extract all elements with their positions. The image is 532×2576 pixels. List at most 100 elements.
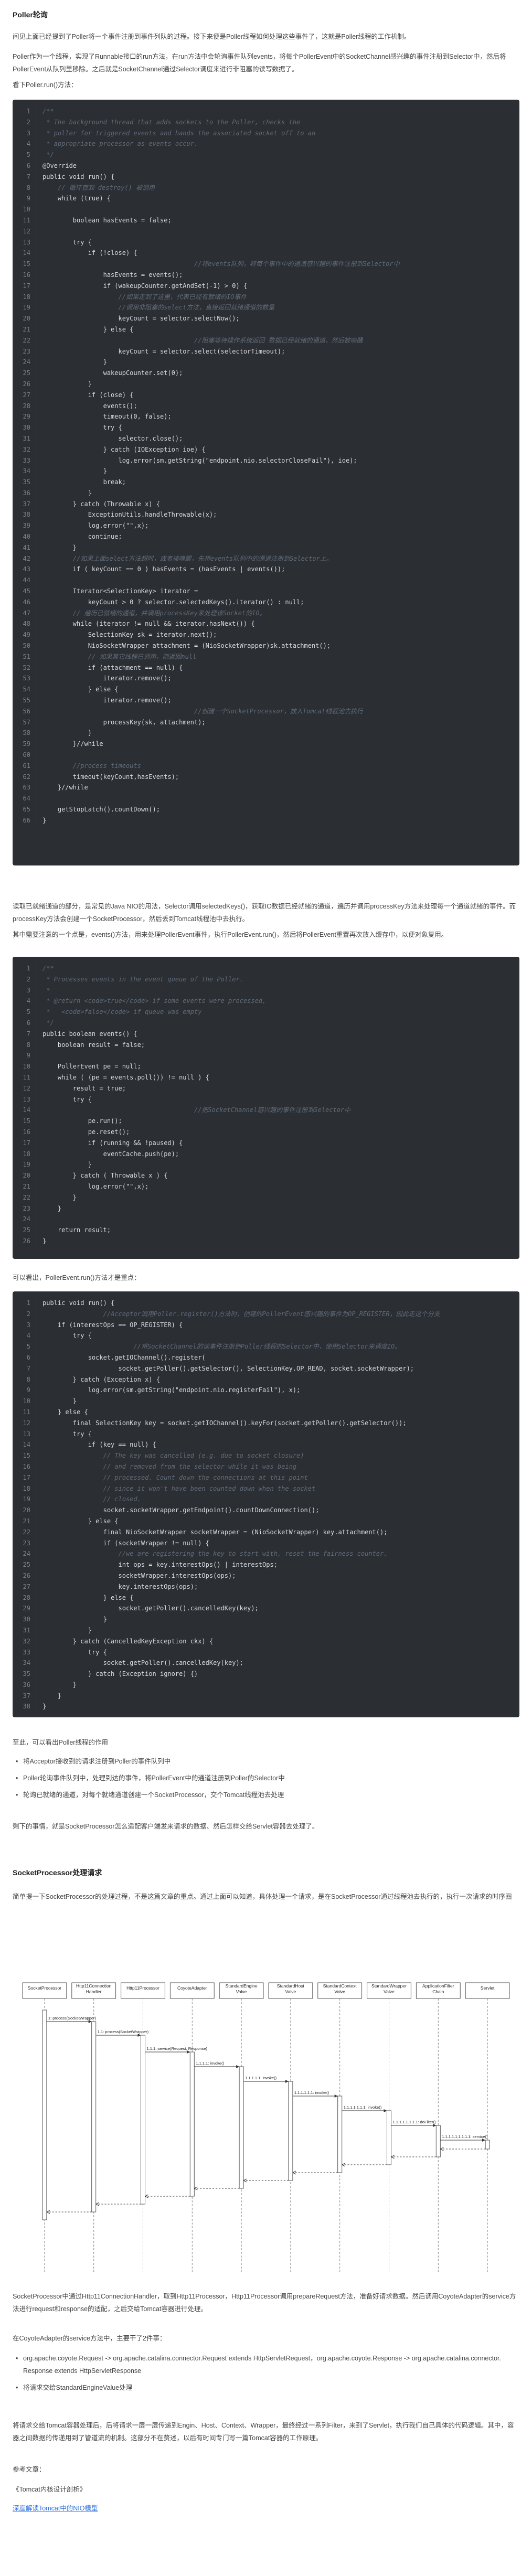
code-line: 38 ExceptionUtils.handleThrowable(x); [19,509,513,521]
code-text: log.error(sm.getString("endpoint.nio.reg… [42,1386,301,1394]
line-number: 48 [19,618,36,630]
line-number: 26 [19,1235,36,1247]
code-line: 34 socket.getPoller().cancelledKey(key); [19,1658,513,1669]
line-number: 21 [19,1515,36,1527]
paragraph: 读取已就绪通道的部分，是常见的Java NIO的用法，Selector调用sel… [13,903,516,923]
code-text: socket.getPoller().getSelector(), Select… [42,1364,414,1372]
line-number: 47 [19,607,36,619]
code-text: /** [42,965,54,972]
line-number: 23 [19,1537,36,1549]
line-number: 22 [19,1192,36,1203]
line-number: 41 [19,542,36,553]
code-line: 13 try { [19,1428,513,1440]
code-block-events: 1 /** 2 * Processes events in the event qu… [13,957,519,1259]
code-line: 31 } [19,1624,513,1636]
line-number: 35 [19,1669,36,1680]
reference-link-text[interactable]: 深度解读Tomcat中的NIO模型 [13,2505,98,2512]
code-text: } [42,1616,107,1623]
code-line: 19 } [19,1159,513,1171]
code-line: 9 log.error(sm.getString("endpoint.nio.r… [19,1385,513,1396]
code-line: 16 hasEvents = events(); [19,269,513,281]
line-number: 14 [19,1105,36,1116]
line-number: 39 [19,520,36,532]
line-number: 6 [19,1017,36,1029]
code-line: 18 //如果走到了这里，代表已经有就绪的IO事件 [19,291,513,303]
code-line: 7 public boolean events() { [19,1028,513,1040]
code-line: 34 } [19,466,513,477]
line-number: 14 [19,248,36,259]
participant-label: StandardContext [323,1983,357,1989]
line-number: 8 [19,1039,36,1051]
code-line: 20 keyCount = selector.selectNow(); [19,313,513,324]
code-text: } [42,1626,92,1634]
code-line: 15 //将events队列，将每个事件中的通道感兴趣的事件注册到Selecto… [19,259,513,270]
code-text: keyCount = selector.select(selectorTimeo… [42,347,285,355]
code-text: * <code>false</code> if queue was empty [42,1008,202,1016]
line-number: 6 [19,160,36,172]
line-number: 30 [19,422,36,433]
code-text: if (!close) { [42,249,137,257]
code-text: * @return <code>true</code> if some even… [42,997,267,1005]
code-text: if (running && !paused) { [42,1139,183,1147]
line-number: 22 [19,335,36,346]
line-number: 62 [19,771,36,783]
code-line: 23 } [19,1203,513,1214]
line-number: 1 [19,106,36,117]
code-line: 10 PollerEvent pe = null; [19,1061,513,1072]
activation-bar [435,2125,441,2157]
line-number: 16 [19,1126,36,1138]
participant-label: Chain [432,1989,444,1994]
code-line: 8 } catch (Exception x) { [19,1374,513,1385]
code-text: //阻塞等待操作系统返回 数据已经就绪的通道，然后被唤醒 [42,336,363,344]
message-label: 1.1.1: service(Request, Response) [147,2046,208,2051]
code-line: 35 } catch (Exception ignore) {} [19,1669,513,1680]
code-text: //we are registering the key to start wi… [42,1550,388,1558]
line-number: 43 [19,564,36,575]
line-number: 8 [19,182,36,194]
arrow-head [334,2094,338,2098]
code-line: 28 } else { [19,1592,513,1604]
code-line: 13 try { [19,1094,513,1105]
code-line: 3 if (interestOps == OP_REGISTER) { [19,1319,513,1331]
code-text: } [42,1193,77,1201]
line-number: 17 [19,1472,36,1483]
line-number: 19 [19,1494,36,1505]
reference-link[interactable]: 深度解读Tomcat中的NIO模型 [13,2502,519,2515]
line-number: 8 [19,1374,36,1385]
code-text: keyCount > 0 ? selector.selectedKeys().i… [42,598,304,606]
code-line: 5 * <code>false</code> if queue was empt… [19,1007,513,1018]
line-number: 63 [19,782,36,794]
code-text: if (interestOps == OP_REGISTER) { [42,1321,183,1329]
line-number: 5 [19,1341,36,1352]
code-text: timeout(0, false); [42,413,172,421]
line-number: 19 [19,302,36,314]
code-text: events(); [42,402,137,410]
code-text: //如果走到了这里，代表已经有就绪的IO事件 [42,293,247,301]
code-text: //调用非阻塞的select方法，直接返回就绪通道的数量 [42,304,275,312]
code-line: 35 break; [19,477,513,488]
code-text: // The key was cancelled (e.g. due to so… [42,1452,304,1460]
code-line: 37 } catch (Throwable x) { [19,498,513,510]
line-number: 32 [19,444,36,455]
list-item: Poller轮询事件队列中，处理到达的事件，将PollerEvent中的通道注册… [13,1772,516,1784]
line-number: 49 [19,629,36,641]
code-block-poller-run: 1/** 2 * The background thread that adds … [13,100,519,865]
code-text: keyCount = selector.selectNow(); [42,315,240,323]
code-text: } catch (IOException ioe) { [42,445,206,453]
line-number: 59 [19,739,36,750]
line-number: 24 [19,357,36,368]
paragraph: 可以看出，PollerEvent.run()方法才是重点： [13,1274,141,1281]
participant-label: StandardHost [277,1983,305,1989]
code-text: } else { [42,1517,119,1525]
code-line: 37 } [19,1690,513,1702]
line-number: 37 [19,498,36,510]
code-text: while (true) { [42,195,111,202]
code-line: 17 if (running && !paused) { [19,1137,513,1149]
participant-label: Http11Connection [76,1983,112,1989]
code-text: //将events队列，将每个事件中的通道感兴趣的事件注册到Selector中 [42,260,400,268]
line-number: 29 [19,411,36,423]
code-line: 12 result = true; [19,1083,513,1094]
line-number: 27 [19,1581,36,1592]
code-line: 46 keyCount > 0 ? selector.selectedKeys(… [19,596,513,608]
code-line: 5 //将SocketChannel的读事件注册到Poller线程的Select… [19,1341,513,1352]
